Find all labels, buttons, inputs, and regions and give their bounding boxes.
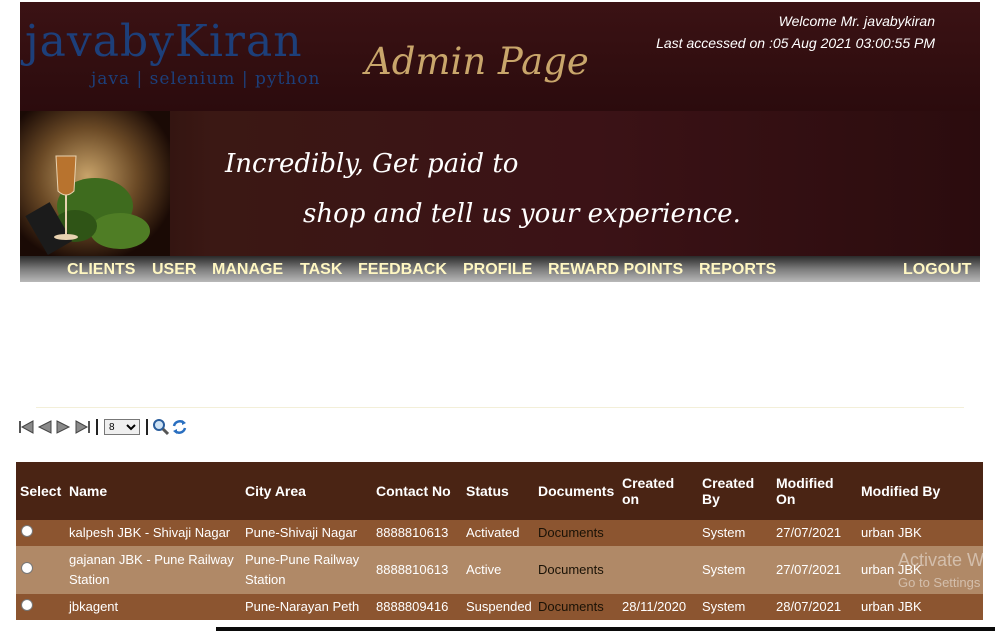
clients-table: Select Name City Area Contact No Status … xyxy=(16,462,983,620)
name-cell: jbkagent xyxy=(65,594,241,620)
header-contact-no[interactable]: Contact No xyxy=(372,462,462,520)
previous-page-icon[interactable] xyxy=(37,418,53,436)
name-cell: kalpesh JBK - Shivaji Nagar xyxy=(65,520,241,546)
banner-tagline-line2: shop and tell us your experience. xyxy=(303,199,741,229)
first-page-icon[interactable] xyxy=(18,418,35,436)
header-select: Select xyxy=(16,462,65,520)
admin-page-title: Admin Page xyxy=(365,40,589,83)
main-nav: CLIENTS USER MANAGE TASK FEEDBACK PROFIL… xyxy=(20,256,980,282)
logo-title: javabyKiran xyxy=(25,16,303,67)
modified-on-cell: 27/07/2021 xyxy=(772,520,857,546)
header-created-on[interactable]: Created on xyxy=(618,462,698,520)
status-cell: Active xyxy=(462,546,534,594)
nav-profile[interactable]: PROFILE xyxy=(463,261,532,279)
logo-subtitle: java | selenium | python xyxy=(91,69,321,89)
contact-cell: 8888810613 xyxy=(372,546,462,594)
select-cell xyxy=(16,594,65,620)
search-icon[interactable] xyxy=(152,418,169,436)
wine-glass-banner-image xyxy=(20,111,170,256)
select-cell xyxy=(16,546,65,594)
nav-manage[interactable]: MANAGE xyxy=(212,261,283,279)
modified-on-cell: 28/07/2021 xyxy=(772,594,857,620)
header-documents[interactable]: Documents xyxy=(534,462,618,520)
nav-feedback[interactable]: FEEDBACK xyxy=(358,261,447,279)
documents-link[interactable]: Documents xyxy=(538,525,604,540)
header-name[interactable]: Name xyxy=(65,462,241,520)
next-page-icon[interactable] xyxy=(55,418,71,436)
activate-windows-watermark: Activate Wi xyxy=(898,550,989,570)
refresh-icon[interactable] xyxy=(171,418,188,436)
activate-windows-subtext: Go to Settings xyxy=(898,575,981,590)
nav-task[interactable]: TASK xyxy=(300,261,342,279)
page-size-select[interactable]: 8 xyxy=(104,419,140,435)
select-cell xyxy=(16,520,65,546)
city-cell: Pune-Shivaji Nagar xyxy=(241,520,372,546)
created-on-cell: 28/11/2020 xyxy=(618,594,698,620)
row-select-radio[interactable] xyxy=(21,562,33,574)
nav-reports[interactable]: REPORTS xyxy=(699,261,776,279)
nav-clients[interactable]: CLIENTS xyxy=(67,261,135,279)
table-row: jbkagent Pune-Narayan Peth 8888809416 Su… xyxy=(16,594,983,620)
nav-user[interactable]: USER xyxy=(152,261,196,279)
modified-by-cell: urban JBK xyxy=(857,520,983,546)
header-created-by[interactable]: Created By xyxy=(698,462,772,520)
created-by-cell: System xyxy=(698,546,772,594)
pager-separator xyxy=(96,419,98,435)
last-page-icon[interactable] xyxy=(74,418,91,436)
nav-logout[interactable]: LOGOUT xyxy=(903,261,971,279)
status-cell: Suspended xyxy=(462,594,534,620)
created-by-cell: System xyxy=(698,594,772,620)
row-select-radio[interactable] xyxy=(21,599,33,611)
documents-cell: Documents xyxy=(534,520,618,546)
header: javabyKiran java | selenium | python Adm… xyxy=(20,2,980,111)
last-accessed-text: Last accessed on :05 Aug 2021 03:00:55 P… xyxy=(656,35,935,51)
taskbar-edge xyxy=(216,627,995,631)
content-divider xyxy=(36,407,964,408)
header-city-area[interactable]: City Area xyxy=(241,462,372,520)
table-row: gajanan JBK - Pune Railway Station Pune-… xyxy=(16,546,983,594)
created-on-cell xyxy=(618,546,698,594)
welcome-text: Welcome Mr. javabykiran xyxy=(778,13,935,29)
modified-on-cell: 27/07/2021 xyxy=(772,546,857,594)
name-cell: gajanan JBK - Pune Railway Station xyxy=(65,546,241,594)
created-by-cell: System xyxy=(698,520,772,546)
modified-by-cell: urban JBK xyxy=(857,594,983,620)
created-on-cell xyxy=(618,520,698,546)
documents-link[interactable]: Documents xyxy=(538,562,604,577)
table-header-row: Select Name City Area Contact No Status … xyxy=(16,462,983,520)
documents-cell: Documents xyxy=(534,546,618,594)
header-modified-on[interactable]: Modified On xyxy=(772,462,857,520)
nav-reward-points[interactable]: REWARD POINTS xyxy=(548,261,683,279)
header-modified-by[interactable]: Modified By xyxy=(857,462,983,520)
row-select-radio[interactable] xyxy=(21,525,33,537)
contact-cell: 8888809416 xyxy=(372,594,462,620)
city-cell: Pune-Narayan Peth xyxy=(241,594,372,620)
banner: Incredibly, Get paid to shop and tell us… xyxy=(20,111,980,256)
table-row: kalpesh JBK - Shivaji Nagar Pune-Shivaji… xyxy=(16,520,983,546)
contact-cell: 8888810613 xyxy=(372,520,462,546)
city-cell: Pune-Pune Railway Station xyxy=(241,546,372,594)
pager-separator xyxy=(146,419,148,435)
header-status[interactable]: Status xyxy=(462,462,534,520)
banner-tagline-line1: Incredibly, Get paid to xyxy=(225,149,519,179)
documents-link[interactable]: Documents xyxy=(538,599,604,614)
status-cell: Activated xyxy=(462,520,534,546)
documents-cell: Documents xyxy=(534,594,618,620)
